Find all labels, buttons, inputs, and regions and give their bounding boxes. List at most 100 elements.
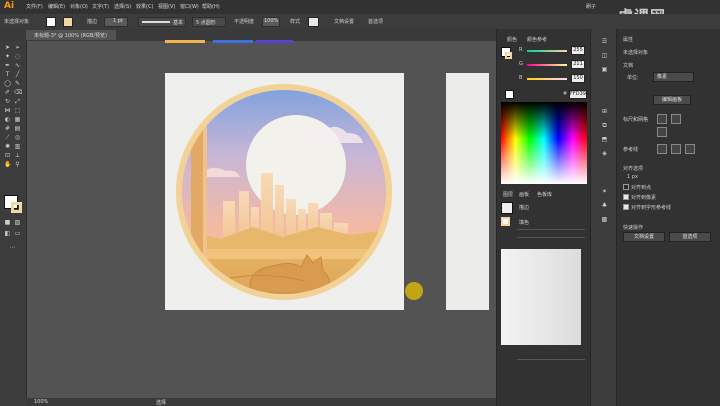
gradient-tool-icon[interactable]: ▤	[14, 126, 21, 132]
menu-edit[interactable]: 编辑(E)	[48, 3, 65, 10]
preferences-button[interactable]: 首选项	[368, 18, 383, 25]
hand-tool-icon[interactable]: ✋	[4, 162, 11, 168]
stroke-color-swatch[interactable]	[11, 202, 22, 213]
snap-spacing-value[interactable]: 1 px	[627, 174, 638, 180]
r-field[interactable]: 255	[571, 46, 585, 55]
stroke-weight-field[interactable]: 1 pt	[104, 17, 128, 27]
show-guides-icon[interactable]	[657, 144, 667, 154]
lasso-icon[interactable]: ◌	[14, 54, 21, 60]
hex-field[interactable]: FFD396	[569, 90, 589, 99]
shape-builder-icon[interactable]: ◐	[4, 117, 11, 123]
slice-tool-icon[interactable]: ⟂	[14, 153, 21, 159]
smart-guides-icon[interactable]	[685, 144, 695, 154]
layers-icon[interactable]: ◫	[601, 53, 608, 59]
artboard-secondary[interactable]	[446, 73, 489, 310]
b-field[interactable]: 150	[571, 74, 585, 83]
type-tool-icon[interactable]: T	[4, 72, 11, 78]
zoom-level[interactable]: 100%	[34, 399, 48, 405]
document-tab[interactable]: 未标题-3* @ 100% (RGB/预览)	[26, 30, 116, 40]
menu-effect[interactable]: 效果(C)	[136, 3, 153, 10]
layer-thumb[interactable]	[501, 202, 513, 214]
selection-tool-icon[interactable]: ➤	[4, 45, 11, 51]
color-spectrum[interactable]	[501, 102, 587, 184]
brushes-icon[interactable]: ✶	[601, 189, 608, 195]
artboard-tool-icon[interactable]: ⊡	[4, 153, 11, 159]
g-field[interactable]: 211	[571, 60, 585, 69]
transparency-grid-icon[interactable]	[657, 127, 667, 137]
width-tool-icon[interactable]: ⋈	[4, 108, 11, 114]
color-mode-icon[interactable]: ■	[4, 220, 11, 226]
units-dropdown[interactable]: 像素	[653, 72, 694, 82]
screen-mode-icon[interactable]: ▭	[14, 231, 21, 237]
opacity-field[interactable]: 100%	[262, 17, 280, 27]
eyedropper-icon[interactable]: ⟋	[4, 135, 11, 141]
appearance-icon[interactable]: ◈	[601, 151, 608, 157]
zoom-tool-icon[interactable]: ⚲	[14, 162, 21, 168]
menu-window[interactable]: 窗口(W)	[180, 3, 199, 10]
menu-object[interactable]: 对象(O)	[70, 3, 88, 10]
artboard-main[interactable]	[165, 73, 404, 310]
b-slider[interactable]	[527, 78, 567, 80]
gradient-mode-icon[interactable]: ▨	[14, 220, 21, 226]
layer-row-fill[interactable]: 填色	[519, 219, 529, 226]
free-transform-icon[interactable]: ⬚	[14, 108, 21, 114]
stroke-style-dropdown[interactable]: 基本	[138, 17, 186, 27]
properties-icon[interactable]: ☰	[601, 39, 608, 45]
edit-artboard-button[interactable]: 编辑画板	[653, 95, 691, 105]
snap-to-point-checkbox[interactable]	[623, 184, 629, 190]
direct-selection-tool-icon[interactable]: ➢	[14, 45, 21, 51]
grid-icon[interactable]	[671, 114, 681, 124]
pen-tool-icon[interactable]: ✒	[4, 63, 11, 69]
transform-icon[interactable]: ⬒	[601, 137, 608, 143]
layer-row-stroke[interactable]: 描边	[519, 204, 529, 211]
libraries-icon[interactable]: ▣	[601, 67, 608, 73]
style-swatch[interactable]	[308, 17, 319, 27]
user-name[interactable]: 刷子	[586, 3, 596, 10]
snap-to-glyph-checkbox[interactable]	[623, 204, 629, 210]
eraser-tool-icon[interactable]: ⌫	[14, 90, 22, 96]
ellipse-tool-icon[interactable]: ◯	[4, 81, 11, 87]
symbol-sprayer-icon[interactable]: ✺	[4, 144, 11, 150]
snap-to-pixel-checkbox[interactable]	[623, 194, 629, 200]
fill-swatch[interactable]	[46, 17, 56, 27]
tab-color-guide[interactable]: 颜色参考	[527, 36, 547, 43]
lock-guides-icon[interactable]	[671, 144, 681, 154]
perspective-grid-icon[interactable]: ▦	[14, 117, 21, 123]
pathfinder-icon[interactable]: ⧉	[601, 123, 608, 129]
r-slider[interactable]	[527, 50, 567, 52]
tab-artboards[interactable]: 画板	[519, 191, 529, 198]
quick-preferences-button[interactable]: 首选项	[669, 232, 711, 242]
shaper-tool-icon[interactable]: ✐	[4, 90, 11, 96]
menu-select[interactable]: 选择(S)	[114, 3, 131, 10]
tab-layers[interactable]: 图层	[503, 191, 513, 198]
g-slider[interactable]	[527, 64, 567, 66]
menu-file[interactable]: 文件(F)	[26, 3, 43, 10]
layer-fill-thumb[interactable]	[501, 217, 510, 226]
quick-doc-setup-button[interactable]: 文档设置	[623, 232, 665, 242]
symbols-icon[interactable]: ♣	[601, 203, 608, 209]
color-stroke-swatch[interactable]	[505, 52, 512, 59]
scale-tool-icon[interactable]: ⤢	[14, 99, 21, 105]
menu-help[interactable]: 帮助(H)	[202, 3, 220, 10]
brush-tool-icon[interactable]: ✎	[14, 81, 21, 87]
graphic-styles-icon[interactable]: ▩	[601, 217, 608, 223]
mesh-tool-icon[interactable]: #	[4, 126, 11, 132]
menu-view[interactable]: 视图(V)	[158, 3, 175, 10]
menu-type[interactable]: 文字(T)	[92, 3, 109, 10]
edit-toolbar-icon[interactable]: ⋯	[9, 245, 16, 251]
line-tool-icon[interactable]: ╱	[14, 72, 21, 78]
align-icon[interactable]: ⊞	[601, 109, 608, 115]
rotate-tool-icon[interactable]: ↻	[4, 99, 11, 105]
stroke-swatch[interactable]	[63, 17, 73, 27]
doc-setup-button[interactable]: 文档设置	[334, 18, 354, 25]
magic-wand-icon[interactable]: ✦	[4, 54, 11, 60]
blend-tool-icon[interactable]: ◎	[14, 135, 21, 141]
curvature-tool-icon[interactable]: ∿	[14, 63, 21, 69]
tab-color[interactable]: 颜色	[507, 36, 517, 43]
tab-swatch-libraries[interactable]: 色板库	[537, 191, 552, 198]
ruler-icon[interactable]	[657, 114, 667, 124]
white-swatch[interactable]	[505, 90, 514, 99]
brush-dropdown[interactable]: 5 点圆形	[192, 17, 226, 27]
graph-tool-icon[interactable]: ▥	[14, 144, 21, 150]
draw-mode-icon[interactable]: ◧	[4, 231, 11, 237]
